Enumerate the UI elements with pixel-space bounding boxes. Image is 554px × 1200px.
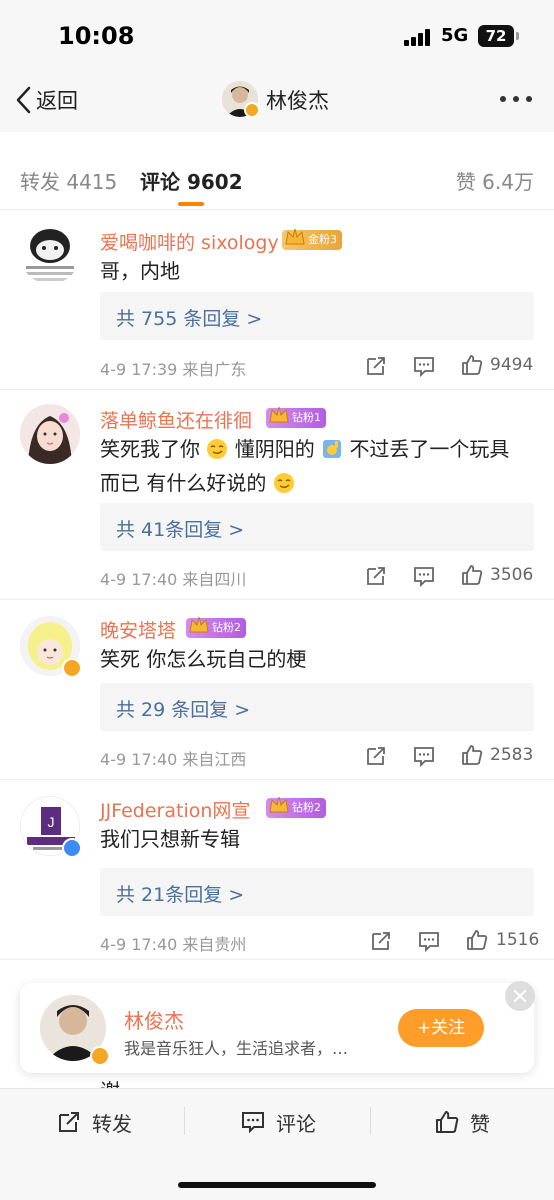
comment-username[interactable]: 落单鲸鱼还在徘徊: [100, 406, 252, 433]
tab-repost[interactable]: 转发 4415: [20, 166, 117, 195]
comment-text-part: 懂阴阳的: [234, 437, 315, 461]
reply-link[interactable]: 共 41条回复 >: [100, 503, 534, 551]
comment-icon[interactable]: [412, 354, 436, 378]
page-title: 林俊杰: [266, 89, 329, 113]
avatar[interactable]: [20, 404, 80, 464]
like-icon[interactable]: [460, 353, 484, 377]
like-icon[interactable]: [460, 563, 484, 587]
tab-bar: 转发 4415 评论 9602 赞 6.4万: [0, 132, 554, 210]
back-label: 返回: [36, 89, 78, 113]
comment-icon[interactable]: [417, 929, 441, 953]
like-button[interactable]: 赞: [434, 1107, 490, 1137]
comment-item: J JJFederation网宣 钻粉2 我们只想新专辑 共 21条回复 > 4…: [0, 780, 554, 960]
comment-icon[interactable]: [412, 744, 436, 768]
status-time: 10:08: [58, 22, 135, 50]
active-tab-indicator: [178, 202, 204, 206]
network-label: 5G: [441, 25, 469, 46]
reply-count-label: 共 41条回复 >: [116, 519, 245, 541]
like-icon: [436, 1111, 459, 1133]
like-count: 9494: [490, 355, 534, 375]
fan-badge: 金粉3: [282, 228, 342, 250]
signal-icon: [404, 28, 434, 46]
comment-button[interactable]: 评论: [240, 1107, 316, 1137]
fan-badge-label: 金粉3: [308, 233, 337, 246]
back-button[interactable]: 返回: [14, 82, 78, 118]
fan-badge-label: 钻粉2: [212, 621, 241, 634]
verified-icon: [62, 838, 82, 858]
comment-item: 晚安塔塔 钻粉2 笑死 你怎么玩自己的梗 共 29 条回复 > 4-9 17:4…: [0, 600, 554, 780]
svg-text:J: J: [48, 814, 55, 830]
comment-username[interactable]: 爱喝咖啡的 sixology: [100, 228, 279, 255]
reply-link[interactable]: 共 755 条回复 >: [100, 292, 534, 340]
tab-comment[interactable]: 评论 9602: [140, 166, 243, 195]
raised-hand-emoji-icon: [323, 440, 342, 458]
comment-icon: [242, 1112, 264, 1134]
reply-link[interactable]: 共 21条回复 >: [100, 868, 534, 916]
follow-button[interactable]: +关注: [398, 1009, 484, 1047]
comment-item: 落单鲸鱼还在徘徊 钻粉1 笑死我了你 懂阴阳的 不过丢了一个玩具而已 有什么好说…: [0, 390, 554, 600]
more-icon[interactable]: [500, 96, 536, 104]
comment-meta: 4-9 17:40 来自四川: [100, 570, 247, 589]
share-icon[interactable]: [364, 564, 388, 588]
share-icon[interactable]: [369, 929, 393, 953]
fan-badge: 钻粉1: [266, 406, 326, 428]
verified-icon: [90, 1046, 110, 1066]
comment-text: 哥，内地: [100, 259, 180, 283]
popup-username[interactable]: 林俊杰: [124, 1005, 184, 1034]
fan-badge: 钻粉2: [186, 616, 246, 638]
reply-link[interactable]: 共 29 条回复 >: [100, 683, 534, 731]
avatar[interactable]: [20, 224, 80, 284]
reply-count-label: 共 29 条回复 >: [116, 699, 251, 721]
like-count: 2583: [490, 745, 534, 765]
fan-badge: 钻粉2: [266, 796, 326, 818]
close-icon[interactable]: [505, 981, 535, 1011]
smirk-emoji-icon: [207, 439, 228, 459]
comment-icon[interactable]: [412, 564, 436, 588]
comment-label: 评论: [276, 1111, 316, 1136]
share-icon[interactable]: [364, 354, 388, 378]
share-icon: [59, 1112, 79, 1132]
verified-icon: [244, 102, 260, 118]
comment-text: 笑死我了你 懂阴阳的 不过丢了一个玩具而已 有什么好说的: [100, 432, 520, 500]
status-bar: 10:08 5G 72: [0, 0, 554, 70]
comment-text-part: 笑死我了你: [100, 437, 200, 461]
smirk-emoji-icon: [273, 473, 294, 493]
reply-count-label: 共 21条回复 >: [116, 884, 245, 906]
comment-meta: 4-9 17:40 来自江西: [100, 750, 247, 769]
chevron-left-icon: [16, 86, 31, 114]
fan-badge-label: 钻粉1: [292, 411, 321, 424]
verified-icon: [62, 658, 82, 678]
comment-text: 笑死 你怎么玩自己的梗: [100, 647, 307, 671]
like-count: 3506: [490, 565, 534, 585]
battery-icon: 72: [478, 25, 519, 47]
repost-label: 转发: [92, 1111, 132, 1136]
reply-count-label: 共 755 条回复 >: [116, 308, 263, 330]
comment-username[interactable]: JJFederation网宣: [100, 796, 250, 823]
comment-text: 我们只想新专辑: [100, 827, 240, 851]
like-icon[interactable]: [465, 928, 489, 952]
share-icon[interactable]: [364, 744, 388, 768]
popup-bio: 我是音乐狂人，生活追求者，…: [124, 1039, 349, 1058]
comment-item: 爱喝咖啡的 sixology 金粉3 哥，内地 共 755 条回复 > 4-9 …: [0, 210, 554, 390]
home-indicator: [178, 1182, 376, 1188]
like-count: 1516: [496, 930, 540, 950]
tab-like[interactable]: 赞 6.4万: [456, 166, 534, 195]
like-label: 赞: [470, 1111, 490, 1136]
comment-meta: 4-9 17:40 来自贵州: [100, 935, 247, 954]
fan-badge-label: 钻粉2: [292, 801, 321, 814]
comment-username[interactable]: 晚安塔塔: [100, 616, 176, 643]
like-icon[interactable]: [460, 743, 484, 767]
nav-bar: 返回 林俊杰: [0, 70, 554, 132]
repost-button[interactable]: 转发: [56, 1107, 132, 1137]
divider: [370, 1107, 371, 1135]
divider: [184, 1107, 185, 1135]
comment-meta: 4-9 17:39 来自广东: [100, 360, 247, 379]
